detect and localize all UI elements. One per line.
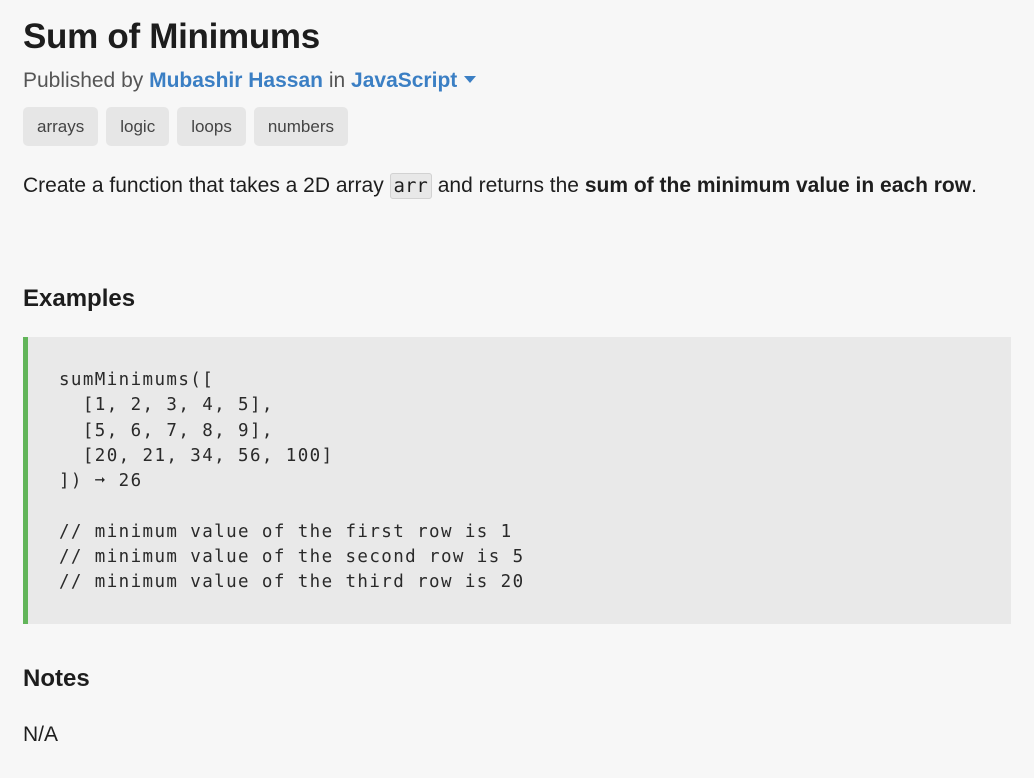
language-dropdown[interactable]: JavaScript [351, 69, 477, 92]
challenge-page: Sum of Minimums Published by Mubashir Ha… [0, 0, 1034, 778]
page-title: Sum of Minimums [23, 17, 320, 56]
published-by-label: Published by [23, 69, 144, 92]
tag-list: arrays logic loops numbers [23, 107, 348, 146]
description-text-1: Create a function that takes a 2D array [23, 174, 384, 197]
examples-heading: Examples [23, 285, 136, 312]
examples-code: sumMinimums([ [1, 2, 3, 4, 5], [5, 6, 7,… [59, 370, 525, 593]
description-period: . [971, 174, 977, 197]
tag-arrays[interactable]: arrays [23, 107, 99, 146]
notes-text: N/A [23, 723, 59, 746]
in-label: in [328, 69, 346, 92]
notes-heading: Notes [23, 665, 90, 692]
byline: Published by Mubashir Hassan in JavaScri… [23, 66, 477, 96]
inline-code: arr [389, 173, 432, 199]
examples-code-block: sumMinimums([ [1, 2, 3, 4, 5], [5, 6, 7,… [23, 337, 1011, 624]
chevron-down-icon [464, 75, 477, 83]
description-text-2: and returns the [437, 174, 579, 197]
author-link[interactable]: Mubashir Hassan [149, 69, 323, 92]
language-label: JavaScript [351, 69, 458, 92]
tag-loops[interactable]: loops [177, 107, 246, 146]
challenge-description: Create a function that takes a 2D array … [23, 167, 1003, 205]
tag-numbers[interactable]: numbers [253, 107, 348, 146]
tag-logic[interactable]: logic [106, 107, 170, 146]
description-emphasis: sum of the minimum value in each row [584, 174, 972, 197]
